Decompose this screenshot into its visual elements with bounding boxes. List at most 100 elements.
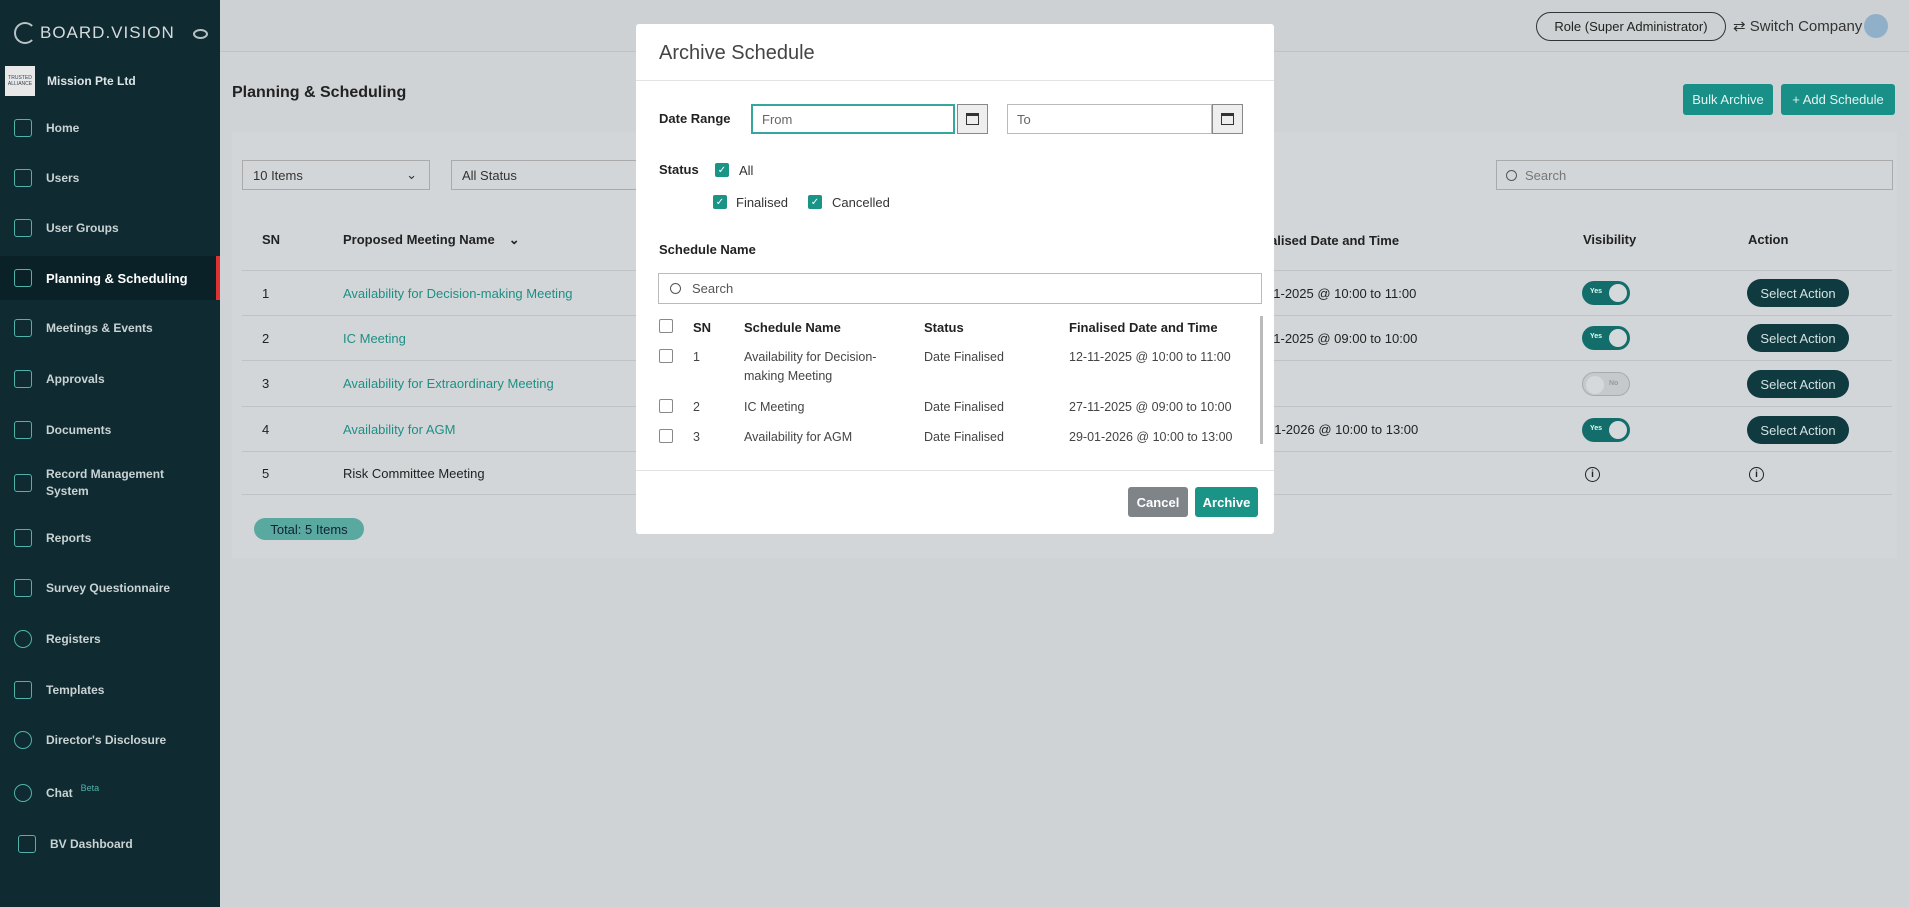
add-schedule-button[interactable]: + Add Schedule — [1781, 84, 1895, 115]
sidebar-item-templates[interactable]: Templates — [0, 668, 220, 712]
modal-row-status: Date Finalised — [924, 430, 1004, 444]
divider — [636, 80, 1274, 81]
status-label: Status — [659, 162, 699, 177]
modal-row-sn: 3 — [693, 430, 700, 444]
archive-button[interactable]: Archive — [1195, 487, 1258, 517]
sidebar-item-registers[interactable]: Registers — [0, 617, 220, 661]
sidebar-item-documents[interactable]: Documents — [0, 408, 220, 452]
toggle-label: Yes — [1590, 425, 1603, 432]
archive-schedule-modal: Archive Schedule Date Range From To Stat… — [636, 24, 1274, 534]
info-icon[interactable]: i — [1749, 467, 1764, 482]
schedule-search-input[interactable]: Search — [658, 273, 1262, 304]
bar-chart-icon — [14, 269, 32, 287]
row-name-link[interactable]: Availability for Extraordinary Meeting — [343, 376, 554, 391]
sidebar-item-label: Survey Questionnaire — [46, 581, 171, 595]
visibility-toggle[interactable]: Yes — [1582, 418, 1630, 442]
sidebar-item-survey[interactable]: Survey Questionnaire — [0, 566, 220, 610]
company-switcher[interactable]: TRUSTED ALLIANCE Mission Pte Ltd — [5, 66, 136, 96]
switch-company-link[interactable]: ⇄ Switch Company — [1733, 17, 1862, 35]
app-logo[interactable]: BOARD.VISION — [14, 22, 175, 44]
status-cancelled-label: Cancelled — [832, 195, 890, 210]
row-sn: 4 — [262, 422, 270, 437]
status-select[interactable]: All Status — [451, 160, 641, 190]
row-finalised: 11-2025 @ 10:00 to 11:00 — [1267, 286, 1417, 301]
from-calendar-button[interactable] — [957, 104, 988, 134]
company-name: Mission Pte Ltd — [47, 74, 136, 88]
role-button[interactable]: Role (Super Administrator) — [1536, 12, 1726, 41]
sidebar-item-disclosure[interactable]: Director's Disclosure — [0, 718, 220, 762]
sidebar-item-bv-dashboard[interactable]: BV Dashboard — [0, 822, 220, 866]
row-checkbox[interactable] — [659, 349, 673, 363]
from-date-input[interactable]: From — [751, 104, 955, 134]
date-range-label: Date Range — [659, 111, 731, 126]
cancel-button[interactable]: Cancel — [1128, 487, 1188, 517]
status-finalised-label: Finalised — [736, 195, 789, 210]
sidebar-item-chat[interactable]: Chat Beta — [0, 771, 220, 815]
sidebar-item-records[interactable]: Record Management System — [0, 461, 190, 505]
sidebar-item-users[interactable]: Users — [0, 156, 220, 200]
sidebar-item-planning[interactable]: Planning & Scheduling — [0, 256, 220, 300]
chevron-down-icon: ⌄ — [508, 232, 520, 247]
modal-row-finalised: 27-11-2025 @ 09:00 to 10:00 — [1069, 400, 1232, 414]
status-all-checkbox[interactable]: ✓ — [715, 163, 729, 177]
row-checkbox[interactable] — [659, 399, 673, 413]
toggle-label: No — [1609, 380, 1619, 387]
modal-col-sn: SN — [693, 320, 712, 335]
bulk-archive-button[interactable]: Bulk Archive — [1683, 84, 1773, 115]
to-date-input[interactable]: To — [1007, 104, 1212, 134]
calendar-icon — [966, 113, 979, 125]
status-finalised-checkbox[interactable]: ✓ — [713, 195, 727, 209]
to-calendar-button[interactable] — [1212, 104, 1243, 134]
select-action-button[interactable]: Select Action — [1747, 279, 1849, 307]
user-icon — [14, 169, 32, 187]
sidebar-item-label: Director's Disclosure — [46, 733, 167, 747]
modal-row-name: IC Meeting — [744, 400, 805, 414]
sidebar-item-reports[interactable]: Reports — [0, 516, 220, 560]
templates-icon — [14, 681, 32, 699]
disclosure-icon — [14, 731, 32, 749]
modal-row-finalised: 12-11-2025 @ 10:00 to 11:00 — [1069, 350, 1231, 364]
modal-list-scrollbar[interactable] — [1260, 316, 1263, 444]
row-name: Risk Committee Meeting — [343, 466, 485, 481]
sidebar-item-approvals[interactable]: Approvals — [0, 357, 220, 401]
modal-row-sn: 2 — [693, 400, 700, 414]
row-finalised: 11-2025 @ 09:00 to 10:00 — [1267, 331, 1418, 346]
row-checkbox[interactable] — [659, 429, 673, 443]
toggle-label: Yes — [1590, 288, 1603, 295]
registers-icon — [14, 630, 32, 648]
select-action-button[interactable]: Select Action — [1747, 370, 1849, 398]
select-all-checkbox[interactable] — [659, 319, 673, 333]
sidebar-item-user-groups[interactable]: User Groups — [0, 206, 220, 250]
select-action-button[interactable]: Select Action — [1747, 324, 1849, 352]
row-name-link[interactable]: Availability for AGM — [343, 422, 455, 437]
avatar[interactable] — [1864, 14, 1888, 38]
divider — [636, 470, 1274, 471]
search-input[interactable]: Search — [1496, 160, 1893, 190]
col-header-action: Action — [1748, 232, 1789, 247]
items-per-page-select[interactable]: 10 Items ⌄ — [242, 160, 430, 190]
status-cancelled-checkbox[interactable]: ✓ — [808, 195, 822, 209]
sidebar-item-home[interactable]: Home — [0, 106, 220, 150]
modal-row-sn: 1 — [693, 350, 700, 364]
switch-icon: ⇄ — [1733, 18, 1750, 35]
visibility-toggle[interactable]: No — [1582, 372, 1630, 396]
col-header-name[interactable]: Proposed Meeting Name ⌄ — [343, 232, 520, 248]
company-logo: TRUSTED ALLIANCE — [5, 66, 35, 96]
row-name-link[interactable]: IC Meeting — [343, 331, 406, 346]
select-action-button[interactable]: Select Action — [1747, 416, 1849, 444]
info-icon[interactable]: i — [1585, 467, 1600, 482]
sidebar-item-label: Documents — [46, 423, 112, 437]
sidebar-item-meetings[interactable]: Meetings & Events — [0, 306, 220, 350]
modal-col-status: Status — [924, 320, 964, 335]
toggle-knob — [1609, 421, 1627, 439]
report-icon — [14, 529, 32, 547]
row-name-link[interactable]: Availability for Decision-making Meeting — [343, 286, 573, 301]
eye-toggle-icon[interactable] — [193, 29, 208, 39]
visibility-toggle[interactable]: Yes — [1582, 281, 1630, 305]
visibility-toggle[interactable]: Yes — [1582, 326, 1630, 350]
records-icon — [14, 474, 32, 492]
total-badge: Total: 5 Items — [254, 518, 364, 540]
sidebar-item-label: Meetings & Events — [46, 321, 153, 335]
files-icon — [14, 421, 32, 439]
home-icon — [14, 119, 32, 137]
